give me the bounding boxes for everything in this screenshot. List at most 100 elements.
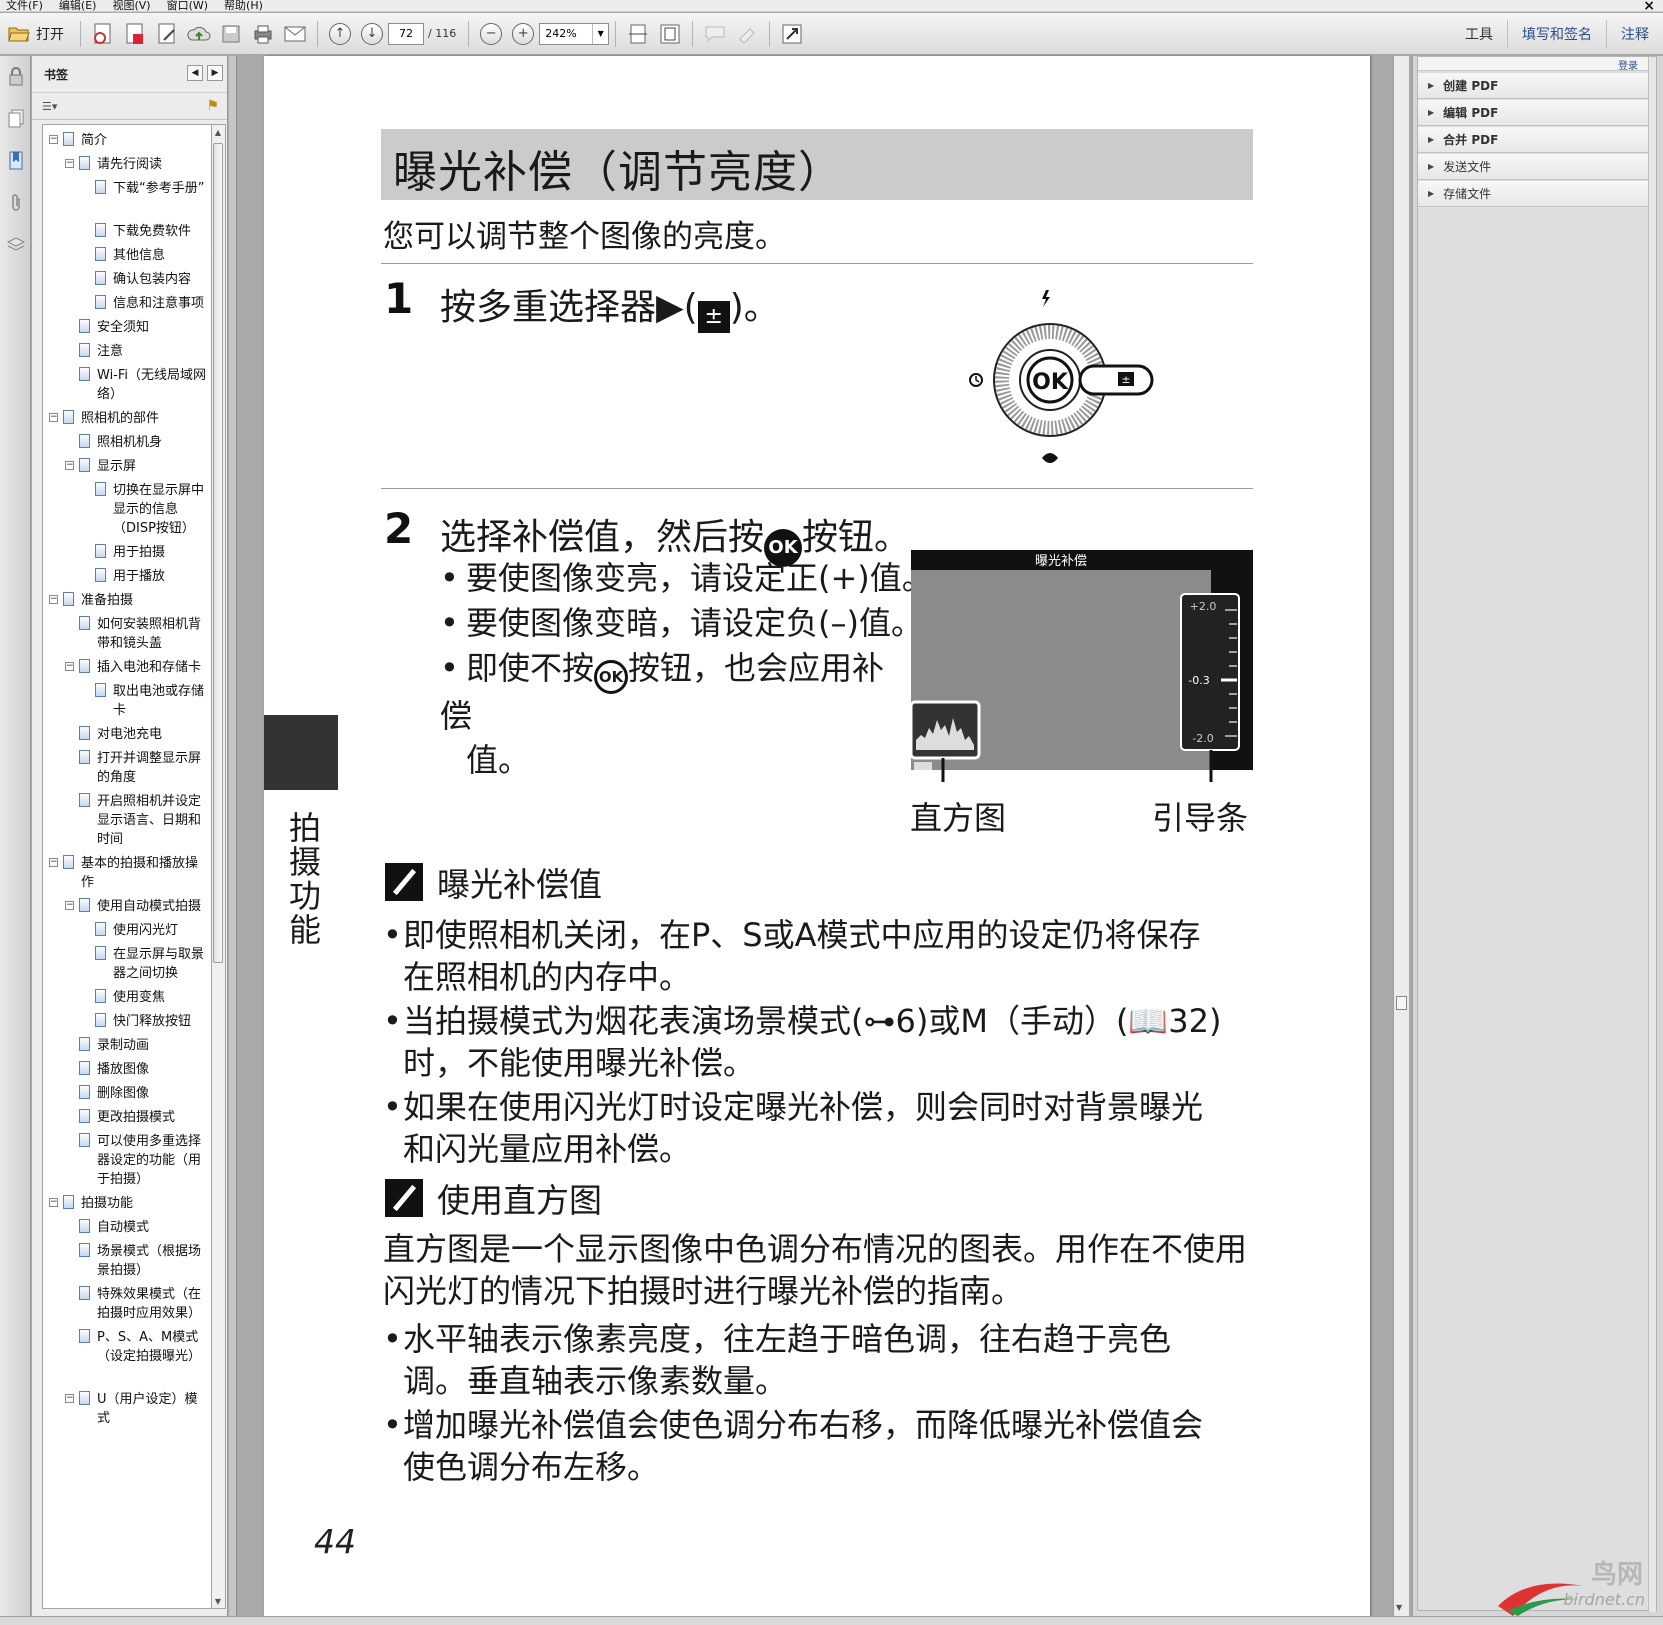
collapse-toggle-icon[interactable]: − (65, 461, 74, 470)
bookmark-item[interactable]: 如何安装照相机背带和镜头盖 (43, 615, 211, 653)
previous-page-button[interactable]: ↑ (325, 19, 355, 49)
comment-tab[interactable]: 注释 (1606, 20, 1663, 48)
bookmark-item[interactable]: − 使用自动模式拍摄 (43, 897, 211, 916)
bookmark-item[interactable]: 取出电池或存储卡 (43, 682, 211, 720)
zoom-out-button[interactable]: − (476, 19, 506, 49)
bookmark-item[interactable]: P、S、A、M模式（设定拍摄曝光） (43, 1328, 211, 1366)
save-icon[interactable] (216, 19, 246, 49)
scrollbar-thumb[interactable] (1396, 996, 1407, 1010)
page-number-input[interactable]: 72 (388, 22, 424, 45)
bookmark-item[interactable]: − 简介 (43, 131, 211, 150)
bookmark-item[interactable]: 用于播放 (43, 567, 211, 586)
bookmark-item[interactable]: 注意 (43, 342, 211, 361)
bookmark-item[interactable]: − 显示屏 (43, 457, 211, 476)
bookmark-item[interactable]: 更改拍摄模式 (43, 1108, 211, 1127)
collapse-toggle-icon[interactable]: − (65, 662, 74, 671)
panel-resize-handle[interactable] (229, 56, 237, 1616)
options-menu-icon[interactable]: ☰▾ (42, 100, 57, 113)
scrollbar-thumb[interactable] (213, 143, 223, 963)
collapse-toggle-icon[interactable]: − (49, 1198, 58, 1207)
new-bookmark-icon[interactable]: ⚑ (206, 98, 219, 114)
menu-view[interactable]: 视图(V) (106, 0, 160, 12)
bookmark-item[interactable]: − 准备拍摄 (43, 591, 211, 610)
menu-help[interactable]: 帮助(H) (218, 0, 273, 12)
menu-file[interactable]: 文件(F) (0, 0, 53, 12)
bookmark-item[interactable]: 对电池充电 (43, 725, 211, 744)
document-scrollbar[interactable]: ▼ (1393, 56, 1409, 1616)
export-pdf-icon[interactable] (120, 19, 150, 49)
collapse-toggle-icon[interactable]: − (65, 159, 74, 168)
bookmark-item[interactable]: − 拍摄功能 (43, 1194, 211, 1213)
bookmark-item[interactable]: − 插入电池和存储卡 (43, 658, 211, 677)
bookmark-icon[interactable] (0, 140, 31, 182)
collapse-toggle-icon[interactable]: − (65, 901, 74, 910)
tool-edit-pdf[interactable]: ▶ 编辑 PDF (1418, 100, 1656, 126)
lock-icon[interactable] (0, 56, 31, 98)
fill-sign-tab[interactable]: 填写和签名 (1507, 20, 1606, 48)
bookmark-item[interactable]: 在显示屏与取景器之间切换 (43, 945, 211, 983)
login-link[interactable]: 登录 (1618, 57, 1638, 72)
menu-window[interactable]: 窗口(W) (161, 0, 218, 12)
bookmark-item[interactable]: 切换在显示屏中显示的信息（DISP按钮） (43, 481, 211, 538)
bookmark-item[interactable]: 确认包装内容 (43, 270, 211, 289)
bookmark-item[interactable]: − 基本的拍摄和播放操作 (43, 854, 211, 892)
bookmark-item[interactable]: 删除图像 (43, 1084, 211, 1103)
bookmark-item[interactable]: 播放图像 (43, 1060, 211, 1079)
bookmark-item[interactable]: 快门释放按钮 (43, 1012, 211, 1031)
print-icon[interactable] (248, 19, 278, 49)
bookmark-item[interactable]: 特殊效果模式（在拍摄时应用效果） (43, 1285, 211, 1323)
scroll-up-icon[interactable]: ▲ (212, 125, 224, 139)
collapse-toggle-icon[interactable]: − (49, 413, 58, 422)
collapse-toggle-icon[interactable]: − (49, 595, 58, 604)
tool-send-file[interactable]: ▶ 发送文件 (1418, 154, 1656, 180)
scroll-down-icon[interactable]: ▼ (1396, 1603, 1402, 1612)
bookmark-item[interactable]: − 请先行阅读 (43, 155, 211, 174)
bookmark-item[interactable]: 录制动画 (43, 1036, 211, 1055)
bookmark-item[interactable]: 下载“参考手册” (43, 179, 211, 198)
bookmark-item[interactable]: 用于拍摄 (43, 543, 211, 562)
bookmark-item[interactable]: − 照相机的部件 (43, 409, 211, 428)
menu-edit[interactable]: 编辑(E) (53, 0, 107, 12)
zoom-select[interactable]: 242% ▼ (539, 22, 610, 45)
expand-right-icon[interactable]: ▶ (207, 65, 223, 81)
fit-page-icon[interactable] (655, 19, 685, 49)
collapse-left-icon[interactable]: ◀ (187, 65, 203, 81)
layers-icon[interactable] (0, 224, 31, 266)
bookmark-item[interactable]: 打开并调整显示屏的角度 (43, 749, 211, 787)
bookmark-item[interactable]: Wi-Fi（无线局域网络） (43, 366, 211, 404)
scroll-down-icon[interactable]: ▼ (212, 1594, 224, 1608)
tools-tab[interactable]: 工具 (1451, 20, 1507, 48)
expand-icon[interactable] (777, 19, 807, 49)
upload-cloud-icon[interactable] (184, 19, 214, 49)
bookmark-scrollbar[interactable]: ▲ ▼ (212, 124, 226, 1609)
bookmark-item[interactable]: 信息和注意事项 (43, 294, 211, 313)
collapse-toggle-icon[interactable]: − (65, 1394, 74, 1403)
bookmark-item[interactable]: 场景模式（根据场景拍摄） (43, 1242, 211, 1280)
bookmark-item[interactable]: 开启照相机并设定显示语言、日期和时间 (43, 792, 211, 849)
tool-store-file[interactable]: ▶ 存储文件 (1418, 181, 1656, 207)
email-icon[interactable] (280, 19, 310, 49)
collapse-toggle-icon[interactable]: − (49, 858, 58, 867)
bookmark-item[interactable]: 使用变焦 (43, 988, 211, 1007)
bookmark-item[interactable]: − U（用户设定）模式 (43, 1390, 211, 1428)
close-icon[interactable]: × (1643, 0, 1655, 14)
bookmark-item[interactable]: 可以使用多重选择器设定的功能（用于拍摄） (43, 1132, 211, 1189)
pages-icon[interactable] (0, 98, 31, 140)
attachment-icon[interactable] (0, 182, 31, 224)
bookmark-item[interactable]: 照相机机身 (43, 433, 211, 452)
bookmark-item[interactable]: 自动模式 (43, 1218, 211, 1237)
tool-merge-pdf[interactable]: ▶ 合并 PDF (1418, 127, 1656, 153)
bookmark-item[interactable]: 使用闪光灯 (43, 921, 211, 940)
next-page-button[interactable]: ↓ (357, 19, 387, 49)
bookmark-item[interactable]: 其他信息 (43, 246, 211, 265)
edit-document-icon[interactable] (152, 19, 182, 49)
zoom-in-button[interactable]: + (508, 19, 538, 49)
collapse-toggle-icon[interactable]: − (49, 135, 58, 144)
tools-scrollbar[interactable] (1648, 57, 1656, 1612)
tool-create-pdf[interactable]: ▶ 创建 PDF (1418, 73, 1656, 99)
open-button[interactable]: 打开 (6, 24, 74, 44)
bookmark-item[interactable]: 下载免费软件 (43, 222, 211, 241)
fit-width-icon[interactable] (623, 19, 653, 49)
bookmark-item[interactable]: 安全须知 (43, 318, 211, 337)
create-pdf-icon[interactable] (88, 19, 118, 49)
